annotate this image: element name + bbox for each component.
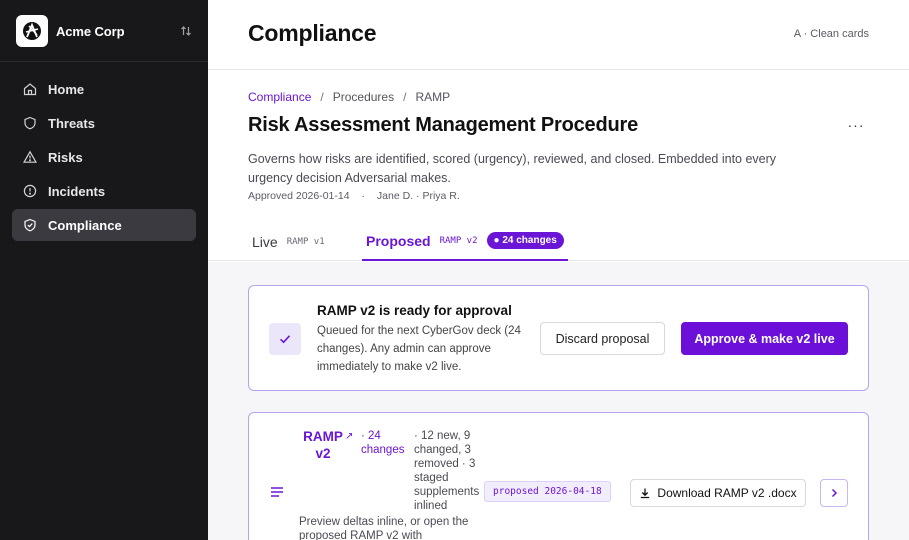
chevron-right-icon[interactable]	[820, 479, 848, 507]
sort-switch-icon[interactable]	[178, 22, 194, 40]
sidebar-item-home[interactable]: Home	[12, 73, 196, 105]
sidebar-item-label: Incidents	[48, 183, 106, 199]
changes-badge: ● 24 changes	[486, 232, 564, 249]
download-label: Download RAMP v2 .docx	[657, 486, 797, 500]
document-lines-icon	[269, 484, 285, 500]
variant-label: A · Clean cards	[793, 28, 869, 40]
checkmark-icon	[269, 323, 301, 355]
version-tabs: Live RAMP v1 Proposed RAMP v2 ● 24 chang…	[208, 222, 909, 261]
tab-live-label: Live	[252, 233, 278, 250]
sidebar-item-risks[interactable]: Risks	[12, 141, 196, 173]
sidebar-item-incidents[interactable]: Incidents	[12, 175, 196, 207]
org-name: Acme Corp	[56, 23, 125, 39]
tab-proposed-version: RAMP v2	[439, 235, 478, 246]
download-icon	[639, 487, 651, 499]
tab-proposed[interactable]: Proposed RAMP v2 ● 24 changes	[362, 222, 568, 261]
main-content: Compliance A · Clean cards Compliance / …	[208, 0, 909, 540]
sidebar-nav: Home Threats Risks Incidents Compliance	[12, 73, 196, 243]
sidebar-item-compliance[interactable]: Compliance	[12, 209, 196, 241]
proposed-document-card: RAMP v2 ↗ · 24 changes · 12 new, 9 chang…	[248, 412, 869, 540]
download-docx-button[interactable]: Download RAMP v2 .docx	[630, 479, 806, 507]
breadcrumb-separator: /	[403, 90, 407, 104]
sidebar-divider	[0, 61, 208, 62]
breadcrumb-separator: /	[320, 90, 324, 104]
sidebar-item-label: Risks	[48, 149, 83, 165]
shield-check-icon	[22, 217, 38, 233]
more-options-button[interactable]: ···	[843, 116, 869, 134]
tab-live[interactable]: Live RAMP v1	[252, 222, 325, 261]
external-link-icon[interactable]: ↗	[345, 431, 353, 442]
breadcrumb-compliance[interactable]: Compliance	[248, 90, 311, 104]
tab-live-version: RAMP v1	[286, 236, 325, 247]
page-title: Compliance	[248, 20, 377, 46]
warning-triangle-icon	[22, 149, 38, 165]
change-summary: · 12 new, 9 changed, 3 removed · 3 stage…	[414, 430, 480, 512]
shield-icon	[22, 115, 38, 131]
proposed-date-chip: proposed 2026-04-18	[484, 481, 611, 502]
top-bar: Compliance A · Clean cards	[208, 0, 909, 70]
approval-text: Queued for the next CyberGov deck (24 ch…	[317, 325, 521, 373]
acme-logo-icon	[16, 15, 48, 47]
document-title: Risk Assessment Management Procedure	[248, 114, 638, 136]
breadcrumb-current: RAMP	[415, 90, 451, 104]
meta-separator: ·	[361, 190, 366, 202]
approvers: Jane D. · Priya R.	[376, 190, 460, 202]
document-changes: · 24 changes	[361, 430, 405, 456]
sidebar: Acme Corp Home Threats Risks Incidents C…	[0, 0, 208, 540]
approve-button[interactable]: Approve & make v2 live	[681, 322, 848, 355]
discard-proposal-button[interactable]: Discard proposal	[540, 322, 665, 355]
sidebar-item-threats[interactable]: Threats	[12, 107, 196, 139]
approval-card: RAMP v2 is ready for approval Queued for…	[248, 285, 869, 391]
breadcrumb-procedures[interactable]: Procedures	[333, 90, 394, 104]
alert-circle-icon	[22, 183, 38, 199]
tab-proposed-label: Proposed	[366, 232, 431, 249]
sidebar-item-label: Home	[48, 81, 85, 97]
approval-title: RAMP v2 is ready for approval	[317, 303, 512, 318]
org-switcher[interactable]: Acme Corp	[16, 15, 194, 47]
document-description: Governs how risks are identified, scored…	[248, 152, 777, 185]
home-icon	[22, 81, 38, 97]
breadcrumb: Compliance / Procedures / RAMP	[248, 90, 450, 104]
sidebar-item-label: Compliance	[48, 217, 122, 233]
sidebar-item-label: Threats	[48, 115, 95, 131]
preview-text: Preview deltas inline, or open the propo…	[299, 516, 469, 540]
document-name[interactable]: RAMP v2	[299, 428, 347, 462]
approved-date: Approved 2026-01-14	[248, 190, 350, 202]
document-meta: Approved 2026-01-14 · Jane D. · Priya R.	[248, 190, 460, 202]
